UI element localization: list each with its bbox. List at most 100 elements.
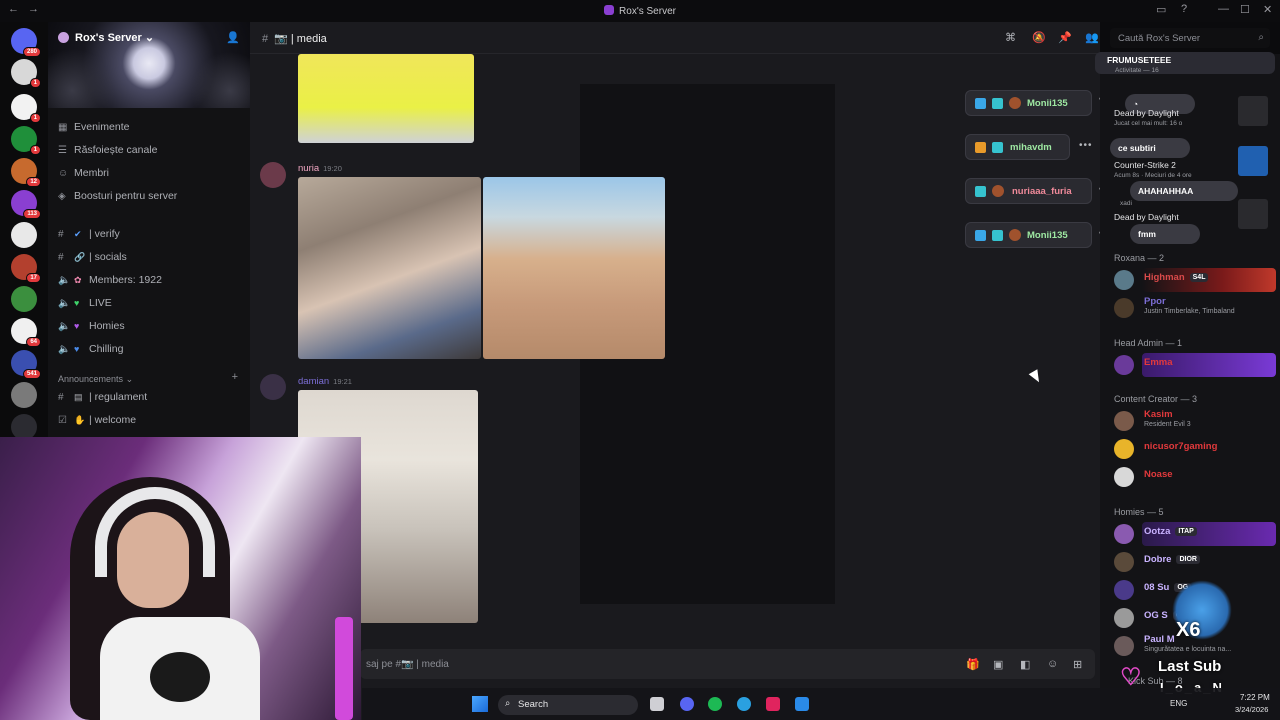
member-row[interactable]: Noase <box>1114 465 1276 489</box>
gif-icon[interactable]: ▣ <box>993 658 1003 671</box>
taskbar-time[interactable]: 7:22 PM <box>1240 693 1270 702</box>
shirt-logo <box>150 652 210 702</box>
message-author[interactable]: nuria <box>298 163 319 174</box>
member-row[interactable]: nicusor7gaming <box>1114 437 1276 461</box>
help-icon[interactable]: ? <box>1181 3 1187 15</box>
member-row[interactable]: Highman S4L <box>1114 268 1276 292</box>
direct-messages-icon[interactable]: 280 <box>11 28 41 57</box>
avatar <box>1114 552 1134 572</box>
server-icon-5[interactable] <box>11 222 37 248</box>
channel-title: | media <box>290 33 327 45</box>
badge-icon <box>975 98 986 109</box>
taskbar-language[interactable]: ENG <box>1170 699 1187 708</box>
server-icon-1[interactable]: 1 <box>11 59 41 88</box>
dead-by-daylight-icon <box>1238 96 1268 126</box>
member-row[interactable]: Dobre DIOR <box>1114 550 1276 574</box>
sub-counter: X6 <box>1176 619 1201 641</box>
inbox-icon[interactable]: ▭ <box>1156 3 1166 16</box>
boost-icon: ◈ <box>58 191 66 202</box>
avatar <box>1009 97 1021 109</box>
search-icon: ⌕ <box>1258 32 1264 43</box>
speaker-icon: 🔈 <box>58 344 71 355</box>
voice-live[interactable]: 🔈 ♥ LIVE <box>58 297 246 317</box>
add-channel-icon[interactable]: + <box>232 371 238 383</box>
avatar <box>1114 580 1134 600</box>
nav-boosts[interactable]: ◈ Boosturi pentru server <box>58 190 246 210</box>
rules-icon: ☑ <box>58 415 67 426</box>
app-icon[interactable] <box>795 697 809 711</box>
edge-icon[interactable] <box>737 697 751 711</box>
server-icon-10[interactable] <box>11 382 37 408</box>
server-icon-2[interactable]: 1 <box>11 94 41 123</box>
emoji-icon[interactable]: ☺ <box>1047 658 1058 670</box>
search-input[interactable]: Caută Rox's Server ⌕ <box>1110 28 1270 48</box>
server-name-dropdown[interactable]: Rox's Server ⌄ <box>58 31 154 44</box>
channel-welcome[interactable]: ☑ ✋ | welcome <box>58 414 246 434</box>
activity-card[interactable]: FRUMUSETEEE Activitate — 16 <box>1095 52 1275 74</box>
sticker-icon[interactable]: ◧ <box>1020 658 1030 671</box>
category-announcements[interactable]: Announcements ⌄ <box>58 374 133 385</box>
member-list-icon[interactable]: 👥 <box>1085 31 1099 44</box>
server-icon-8[interactable]: 64 <box>11 318 41 347</box>
voice-chilling[interactable]: 🔈 ♥ Chilling <box>58 343 246 363</box>
pin-icon[interactable]: 📌 <box>1058 31 1072 44</box>
game-subtitle: Jucat cel mai mult: 16 o <box>1114 120 1183 127</box>
activity-user[interactable]: mihavdm <box>965 134 1070 160</box>
server-icon-7[interactable] <box>11 286 37 312</box>
windows-taskbar: ⌕ Search ENG 7:22 PM 3/24/2026 <box>362 688 1280 720</box>
media-image[interactable] <box>298 54 474 143</box>
channel-sidebar: Rox's Server ⌄ 👤 ▦ Evenimente ☰ Răsfoiește… <box>48 22 250 442</box>
server-icon-roxs[interactable]: 113 <box>11 190 41 219</box>
taskbar-date[interactable]: 3/24/2026 <box>1235 705 1268 714</box>
voice-members[interactable]: 🔈 ✿ Members: 1922 <box>58 274 246 294</box>
spotify-icon[interactable] <box>708 697 722 711</box>
activity-user[interactable]: Monii135 <box>965 90 1092 116</box>
counter-strike-icon <box>1238 146 1268 176</box>
member-tag: S4L <box>1189 273 1209 282</box>
message-composer[interactable]: saj pe #📷 | media 🎁 ▣ ◧ ☺ ⊞ <box>360 649 1095 679</box>
member-row[interactable]: Emma <box>1114 353 1276 377</box>
voice-homies[interactable]: 🔈 ♥ Homies <box>58 320 246 340</box>
minimize-button[interactable]: — <box>1218 3 1229 15</box>
member-row[interactable]: Ppor Justin Timberlake, Timbaland <box>1114 296 1276 320</box>
nav-members[interactable]: ☺ Membri <box>58 167 246 187</box>
close-button[interactable]: ✕ <box>1263 3 1272 16</box>
threads-icon[interactable]: ⌘ <box>1005 31 1016 44</box>
server-icon-6[interactable]: 17 <box>11 254 41 283</box>
channel-socials[interactable]: # 🔗 | socials <box>58 251 246 271</box>
channel-regulament[interactable]: # ▤ | regulament <box>58 391 246 411</box>
maximize-button[interactable]: ☐ <box>1240 3 1250 16</box>
badge-icon <box>992 230 1003 241</box>
file-explorer-icon[interactable] <box>650 697 664 711</box>
speaker-icon: 🔈 <box>58 321 71 332</box>
server-icon-9[interactable]: 541 <box>11 350 41 379</box>
nav-events[interactable]: ▦ Evenimente <box>58 121 246 141</box>
windows-start-icon[interactable] <box>472 696 488 712</box>
activity-user[interactable]: Monii135 <box>965 222 1092 248</box>
member-tag: DIOR <box>1176 555 1200 564</box>
taskbar-search[interactable]: ⌕ Search <box>498 695 638 715</box>
apps-icon[interactable]: ⊞ <box>1073 658 1082 671</box>
hashtag-icon: # <box>58 392 64 403</box>
media-image[interactable] <box>483 177 665 359</box>
member-row[interactable]: Kasim Resident Evil 3 <box>1114 409 1276 433</box>
avatar[interactable] <box>260 162 286 188</box>
discord-icon[interactable] <box>680 697 694 711</box>
avatar[interactable] <box>260 374 286 400</box>
gift-icon[interactable]: 🎁 <box>966 658 980 671</box>
chat-area: # 📷 | media ⌘ 🔕 📌 👥 Caută Rox's Server ⌕ n… <box>250 22 1270 720</box>
server-icon-4[interactable]: 12 <box>11 158 41 187</box>
nav-browse-channels[interactable]: ☰ Răsfoiește canale <box>58 144 246 164</box>
member-row[interactable]: Ootza ITAP <box>1114 522 1276 546</box>
server-icon-3[interactable]: 1 <box>11 126 41 155</box>
media-image[interactable] <box>298 177 481 359</box>
message-author[interactable]: damian <box>298 376 329 387</box>
more-icon[interactable]: ••• <box>1079 140 1093 151</box>
mute-bell-icon[interactable]: 🔕 <box>1032 31 1046 44</box>
activity-user[interactable]: nuriaaa_furia <box>965 178 1092 204</box>
activity-bubble: AHAHAHHAA <box>1130 181 1238 201</box>
tiktok-icon[interactable] <box>766 697 780 711</box>
channel-verify[interactable]: # ✔ | verify <box>58 228 246 248</box>
blue-heart-icon: ♥ <box>74 344 80 354</box>
invite-people-icon[interactable]: 👤 <box>226 31 240 44</box>
